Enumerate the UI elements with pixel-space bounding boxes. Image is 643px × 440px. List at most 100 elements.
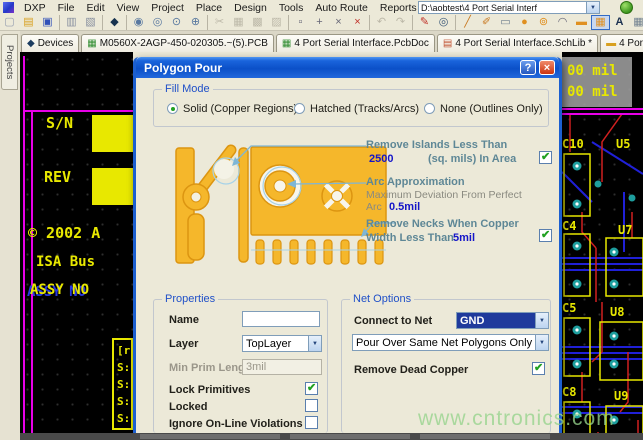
place-line-icon[interactable]: ╱	[455, 15, 477, 30]
print-icon[interactable]: ▥	[59, 15, 81, 30]
component-refdes[interactable]: C8	[562, 385, 576, 399]
component-refdes[interactable]: U7	[618, 223, 632, 237]
zoom-area-icon[interactable]: ◎	[148, 15, 167, 30]
pcb-canvas-left[interactable]: S/N REV © 2002 A ISA Bus ASSY NO [rS:S:S…	[20, 52, 133, 433]
pour-over-combo[interactable]: Pour Over Same Net Polygons Only ▼	[352, 334, 549, 351]
search-components-icon[interactable]: ◎	[434, 15, 453, 30]
open-folder-icon[interactable]: ▤	[19, 15, 38, 30]
remove-islands-value[interactable]: 2500	[369, 153, 393, 165]
locked-checkbox[interactable]	[305, 399, 318, 412]
advisor-icon[interactable]	[620, 1, 633, 14]
menu-item[interactable]: Auto Route	[309, 2, 374, 14]
chevron-down-icon[interactable]: ▼	[535, 335, 548, 350]
cut-icon[interactable]: ✂	[207, 15, 229, 30]
layer-combo[interactable]: TopLayer ▼	[242, 335, 322, 352]
move-icon[interactable]: +	[310, 15, 329, 30]
dialog-title-bar[interactable]: Polygon Pour ? ×	[136, 57, 559, 78]
fill-mode-solid-radio[interactable]	[167, 103, 178, 114]
component-refdes[interactable]: C4	[562, 219, 576, 233]
chevron-down-icon[interactable]: ▼	[308, 336, 321, 351]
chevron-down-icon[interactable]: ▼	[586, 2, 599, 13]
silkscreen-text-copyright[interactable]: © 2002 A	[28, 224, 100, 242]
name-input[interactable]	[242, 311, 320, 327]
remove-dead-copper-checkbox[interactable]	[532, 362, 545, 375]
clear-filter-icon[interactable]: ×	[348, 15, 367, 30]
menu-item[interactable]: Design	[228, 2, 273, 14]
arc-deviation-value[interactable]: 0.5mil	[389, 201, 420, 213]
lock-primitives-checkbox[interactable]	[305, 382, 318, 395]
menu-item[interactable]: Project	[145, 2, 190, 14]
place-arc-icon[interactable]: ◠	[553, 15, 572, 30]
connect-to-net-combo[interactable]: GND ▼	[456, 312, 549, 329]
place-component-icon[interactable]: ▭	[496, 15, 515, 30]
menu-item[interactable]: Edit	[81, 2, 111, 14]
silkscreen-text-sn[interactable]: S/N	[46, 114, 73, 132]
document-path-combo[interactable]: D:\aobtest\4 Port Serial Interf ▼	[418, 1, 600, 14]
menu-item[interactable]: Reports	[374, 2, 423, 14]
close-button[interactable]: ×	[539, 60, 555, 75]
fill-mode-none-radio[interactable]	[424, 103, 435, 114]
paste-icon[interactable]: ▩	[248, 15, 267, 30]
remove-necks-checkbox[interactable]	[539, 229, 552, 242]
select-area-icon[interactable]: ▫	[288, 15, 310, 30]
deselect-icon[interactable]: ×	[329, 15, 348, 30]
redo-icon[interactable]: ↷	[391, 15, 410, 30]
arc-approximation-label: Arc Approximation	[366, 176, 465, 188]
zoom-selected-icon[interactable]: ⊙	[167, 15, 186, 30]
silkscreen-fill[interactable]	[92, 168, 133, 205]
place-track-icon[interactable]: ✐	[477, 15, 496, 30]
pcb-canvas-right[interactable]: C10 U5 C4 U7 C5 U8 C8 U9 00 mil 00 mil	[562, 52, 643, 433]
component-refdes[interactable]: C10	[562, 137, 584, 151]
bottom-panel-segment[interactable]	[290, 434, 410, 439]
silkscreen-text-rev[interactable]: REV	[44, 168, 71, 186]
place-component-body-icon[interactable]: ▦	[629, 15, 643, 30]
silkscreen-text-assy[interactable]: ASSY NO	[30, 282, 89, 298]
print-preview-icon[interactable]: ▧	[81, 15, 100, 30]
fill-mode-group: Fill Mode Solid (Copper Regions) Hatched…	[153, 89, 549, 127]
paste-special-icon[interactable]: ▨	[267, 15, 286, 30]
layer-value: TopLayer	[243, 338, 291, 350]
silkscreen-text-block[interactable]: [rS:S:S:S:	[112, 338, 133, 430]
place-string-icon[interactable]: A	[610, 15, 629, 30]
projects-panel-tab[interactable]: Projects	[1, 34, 18, 90]
remove-islands-checkbox[interactable]	[539, 151, 552, 164]
menu-item[interactable]: DXP	[18, 2, 52, 14]
chevron-down-icon[interactable]: ▼	[535, 313, 548, 328]
place-pad-icon[interactable]: ●	[515, 15, 534, 30]
new-file-icon[interactable]: ▢	[0, 15, 19, 30]
silkscreen-text-isa-bus[interactable]: ISA Bus	[36, 254, 95, 270]
document-tab[interactable]: ▬ 4 Port UART and Line Drivers.	[600, 34, 643, 52]
menu-item[interactable]: Tools	[273, 2, 310, 14]
component-refdes[interactable]: U9	[614, 389, 628, 403]
document-tab[interactable]: ▦ 4 Port Serial Interface.PcbDoc	[276, 34, 435, 52]
component-refdes[interactable]: U5	[616, 137, 630, 151]
component-refdes[interactable]: U8	[610, 305, 624, 319]
menu-item[interactable]: Place	[190, 2, 228, 14]
silkscreen-fill[interactable]	[92, 115, 133, 152]
menu-item[interactable]: View	[111, 2, 146, 14]
undo-icon[interactable]: ↶	[369, 15, 391, 30]
polygon-pour-icon[interactable]: ▦	[591, 15, 610, 30]
bottom-panel-strip[interactable]	[20, 433, 643, 440]
bottom-panel-segment[interactable]	[140, 434, 280, 439]
menu-item[interactable]: File	[52, 2, 81, 14]
document-tab-icon: ▤	[443, 38, 452, 49]
bottom-panel-segment[interactable]	[420, 434, 550, 439]
arc-approximation-subtext: Maximum Deviation From Perfect	[366, 189, 522, 201]
interactive-routing-icon[interactable]: ✎	[412, 15, 434, 30]
place-fill-icon[interactable]: ▬	[572, 15, 591, 30]
zoom-pointer-icon[interactable]: ⊕	[186, 15, 205, 30]
document-tab[interactable]: ▤ 4 Port Serial Interface.SchLib *	[437, 34, 598, 52]
component-refdes[interactable]: C5	[562, 301, 576, 315]
copy-icon[interactable]: ▦	[229, 15, 248, 30]
browse-components-icon[interactable]: ◆	[102, 15, 124, 30]
remove-necks-value[interactable]: 5mil	[453, 232, 475, 244]
document-tab[interactable]: ◆ Devices	[21, 34, 79, 52]
place-via-icon[interactable]: ⊚	[534, 15, 553, 30]
save-icon[interactable]: ▣	[38, 15, 57, 30]
zoom-fit-icon[interactable]: ◉	[126, 15, 148, 30]
ignore-online-violations-checkbox[interactable]	[305, 416, 318, 429]
document-tab[interactable]: ▦ M0560X-2AGP-450-020305.~(5).PCB	[81, 34, 274, 52]
fill-mode-hatched-radio[interactable]	[294, 103, 305, 114]
help-button[interactable]: ?	[520, 60, 536, 75]
